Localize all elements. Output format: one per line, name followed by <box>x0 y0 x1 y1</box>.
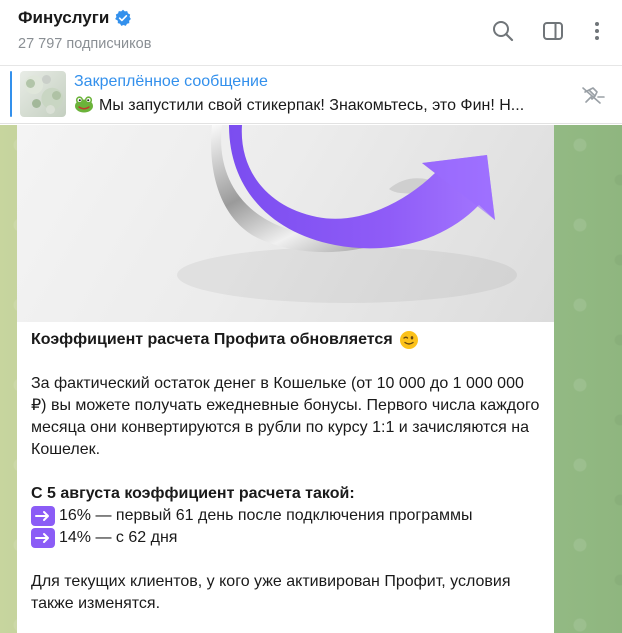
pinned-message-bar[interactable]: Закреплённое сообщение Мы запустили свой… <box>0 66 622 124</box>
more-button[interactable] <box>584 18 610 44</box>
verified-icon <box>114 9 132 27</box>
message-bubble[interactable]: Коэффициент расчета Профита обновляется … <box>17 125 554 633</box>
rate-item: 16% — первый 61 день после подключения п… <box>31 505 541 527</box>
message-paragraph-1: За фактический остаток денег в Кошельке … <box>31 375 540 458</box>
rate-text: 14% — с 62 дня <box>59 529 178 546</box>
right-arrow-icon <box>31 506 55 526</box>
frog-icon <box>74 95 94 113</box>
pinned-thumbnail <box>20 71 66 117</box>
wink-emoji-icon <box>399 330 419 350</box>
message-text: Коэффициент расчета Профита обновляется … <box>31 329 541 633</box>
unpin-icon <box>582 87 605 104</box>
chat-header: Финуслуги 27 797 подписчиков <box>0 0 622 66</box>
pinned-preview: Мы запустили свой стикерпак! Знакомьтесь… <box>74 95 552 115</box>
message-headline: Коэффициент расчета Профита обновляется <box>31 329 541 351</box>
search-button[interactable] <box>490 18 516 44</box>
rate-text: 16% — первый 61 день после подключения п… <box>59 507 473 524</box>
pinned-indicator <box>10 71 12 117</box>
message-paragraph-2: Для текущих клиентов, у кого уже активир… <box>31 573 511 612</box>
channel-title[interactable]: Финуслуги <box>18 8 132 28</box>
channel-name[interactable]: Финуслуги <box>18 8 109 28</box>
sidebar-toggle-button[interactable] <box>540 18 566 44</box>
pinned-title: Закреплённое сообщение <box>74 73 268 90</box>
message-image[interactable] <box>17 125 554 322</box>
rates-heading: С 5 августа коэффициент расчета такой: <box>31 485 355 502</box>
headline-text: Коэффициент расчета Профита обновляется <box>31 331 393 348</box>
pinned-text: Мы запустили свой стикерпак! Знакомьтесь… <box>99 97 525 114</box>
sidebar-toggle-icon <box>543 22 563 40</box>
rates-block: С 5 августа коэффициент расчета такой: 1… <box>31 483 541 549</box>
unpin-button[interactable] <box>578 84 608 106</box>
more-vertical-icon <box>595 22 599 40</box>
arrow-illustration <box>177 125 517 303</box>
right-arrow-icon <box>31 528 55 548</box>
search-icon <box>493 21 514 42</box>
rate-item: 14% — с 62 дня <box>31 527 541 549</box>
subscriber-count: 27 797 подписчиков <box>18 36 152 52</box>
